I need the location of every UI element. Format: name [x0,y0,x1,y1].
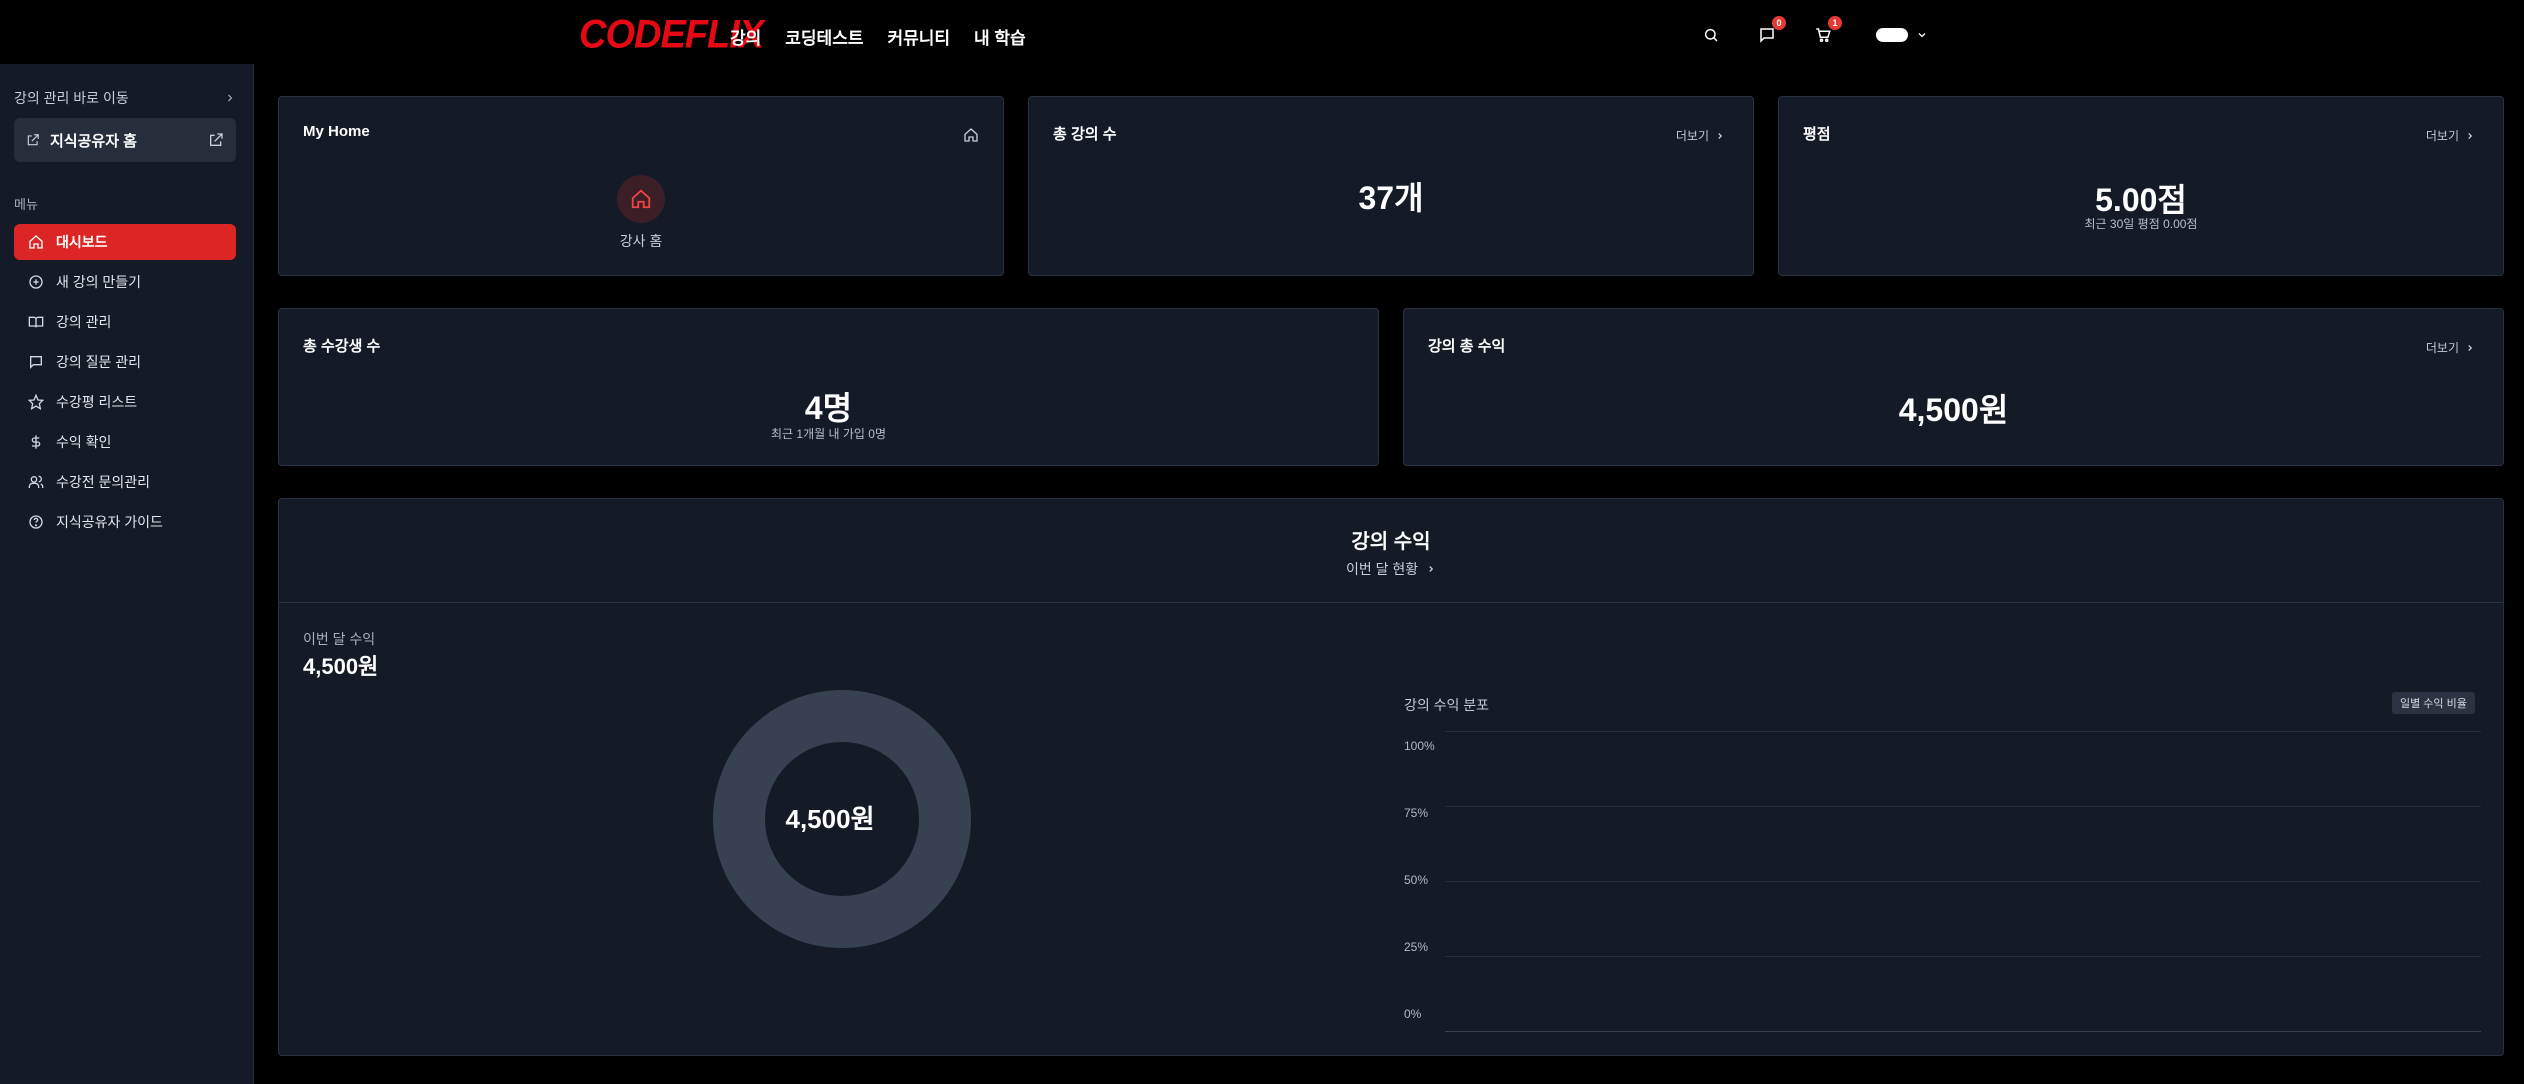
total-students-value: 4명 [804,390,853,426]
total-students-card: 총 수강생 수 4명 최근 1개월 내 가입 0명 [278,308,1379,466]
cart-icon[interactable]: 1 [1810,16,1842,48]
sidebar-item-label: 지식공유자 가이드 [56,514,163,530]
total-revenue-value: 4,500원 [1898,392,2009,428]
instructor-home-button[interactable] [617,175,665,223]
sidebar-item-guide[interactable]: 지식공유자 가이드 [14,504,236,540]
sidebar-item-reviews[interactable]: 수강평 리스트 [14,384,236,420]
more-label: 더보기 [1675,129,1709,143]
more-label: 더보기 [2425,129,2459,143]
users-icon [28,475,44,488]
sidebar-item-questions[interactable]: 강의 질문 관리 [14,344,236,380]
more-link[interactable]: 더보기 [2426,339,2475,356]
this-month-link[interactable]: 이번 달 현황 [279,559,2503,579]
menu-section-label: 메뉴 [14,197,38,212]
sidebar-item-revenue[interactable]: 수익 확인 [14,424,236,460]
plus-circle-icon [29,275,43,289]
course-quick-nav[interactable]: 강의 관리 바로 이동 [14,88,236,108]
instructor-home-link[interactable]: 지식공유자 홈 [14,118,236,162]
y-tick-label: 100% [1404,739,1435,753]
month-revenue-label: 이번 달 수익 [303,631,376,647]
more-label: 더보기 [2425,341,2459,355]
sidebar-item-label: 수강평 리스트 [56,394,138,410]
donut-center-value: 4,500원 [785,804,875,834]
y-tick-label: 50% [1404,873,1429,887]
instructor-home-label: 지식공유자 홈 [50,132,137,150]
nav-coding-test[interactable]: 코딩테스트 [785,24,863,49]
nav-my-learning[interactable]: 내 학습 [974,24,1026,49]
card-title: 평점 [1803,126,1831,143]
message-icon[interactable]: 0 [1754,16,1786,48]
card-title: 강의 총 수익 [1428,338,1506,355]
chevron-right-icon [1429,566,1434,572]
instructor-home-caption: 강사 홈 [619,233,663,249]
more-link[interactable]: 더보기 [1676,127,1725,144]
sidebar-item-label: 대시보드 [56,234,108,250]
month-revenue-value: 4,500원 [303,654,379,679]
chevron-right-icon [1718,132,1723,139]
external-link-icon [27,134,39,146]
message-badge: 0 [1772,16,1786,30]
search-icon[interactable] [1698,22,1724,48]
revenue-section: 강의 수익 이번 달 현황 이번 달 수익 4,500원 4,500원 강의 수… [278,498,2504,1056]
grid-line [1445,956,2481,957]
cart-badge: 1 [1828,16,1842,30]
chat-icon [30,356,42,369]
grid-line [1445,806,2481,807]
sidebar-item-inquiries[interactable]: 수강전 문의관리 [14,464,236,500]
revenue-header: 강의 수익 이번 달 현황 [279,499,2503,603]
chevron-right-icon [2468,132,2473,139]
chevron-right-icon [228,94,233,102]
students-sub: 최근 1개월 내 가입 0명 [770,427,886,441]
sidebar-item-course-manage[interactable]: 강의 관리 [14,304,236,340]
course-quick-nav-label: 강의 관리 바로 이동 [14,90,129,106]
sidebar-item-dashboard[interactable]: 대시보드 [14,224,236,260]
sidebar: 강의 관리 바로 이동 지식공유자 홈 메뉴 대시보드 새 강의 만들기 강의 … [0,64,254,1084]
total-revenue-card: 강의 총 수익 더보기 4,500원 [1403,308,2504,466]
sidebar-item-label: 강의 관리 [56,314,112,330]
y-tick-label: 25% [1404,940,1429,954]
sidebar-item-label: 수익 확인 [56,434,112,450]
nav-courses[interactable]: 강의 [730,24,761,49]
sidebar-menu: 대시보드 새 강의 만들기 강의 관리 강의 질문 관리 수강평 리스트 수익 … [14,224,236,544]
total-courses-value: 37개 [1358,180,1424,216]
card-title: 총 강의 수 [1053,126,1117,143]
profile-menu[interactable] [1876,28,1928,42]
dollar-icon [31,435,41,449]
nav-community[interactable]: 커뮤니티 [887,24,950,49]
my-home-card: My Home 강사 홈 [278,96,1004,276]
chevron-right-icon [2468,344,2473,351]
top-header: CODEFLIX 강의 코딩테스트 커뮤니티 내 학습 0 1 [0,0,2524,70]
home-icon [29,235,43,249]
avatar [1876,28,1908,42]
y-tick-label: 0% [1404,1007,1422,1021]
distribution-label: 강의 수익 분포 [1404,697,1490,713]
rating-card: 평점 더보기 5.00점 최근 30일 평점 0.00점 [1778,96,2504,276]
daily-ratio-button[interactable]: 일별 수익 비율 [2392,692,2475,714]
book-icon [28,316,44,328]
main-nav: 강의 코딩테스트 커뮤니티 내 학습 [730,24,1026,49]
home-icon [964,128,978,142]
grid-line [1445,731,2481,732]
sidebar-item-label: 새 강의 만들기 [56,274,142,290]
revenue-title: 강의 수익 [1351,531,1431,553]
y-tick-label: 75% [1404,806,1429,820]
chevron-down-icon [1918,33,1926,38]
card-title: 총 수강생 수 [303,338,381,355]
x-axis-line [1445,1031,2481,1032]
this-month-label: 이번 달 현황 [1345,561,1419,577]
sidebar-item-label: 강의 질문 관리 [56,354,142,370]
sidebar-item-label: 수강전 문의관리 [56,474,151,490]
more-link[interactable]: 더보기 [2426,127,2475,144]
card-title: My Home [303,123,370,140]
sidebar-item-new-course[interactable]: 새 강의 만들기 [14,264,236,300]
star-icon [28,394,44,410]
total-courses-card: 총 강의 수 더보기 37개 [1028,96,1754,276]
grid-line [1445,881,2481,882]
home-icon [631,189,651,209]
rating-sub: 최근 30일 평점 0.00점 [2084,217,2198,231]
external-link-icon [210,133,223,146]
help-icon [29,515,43,529]
